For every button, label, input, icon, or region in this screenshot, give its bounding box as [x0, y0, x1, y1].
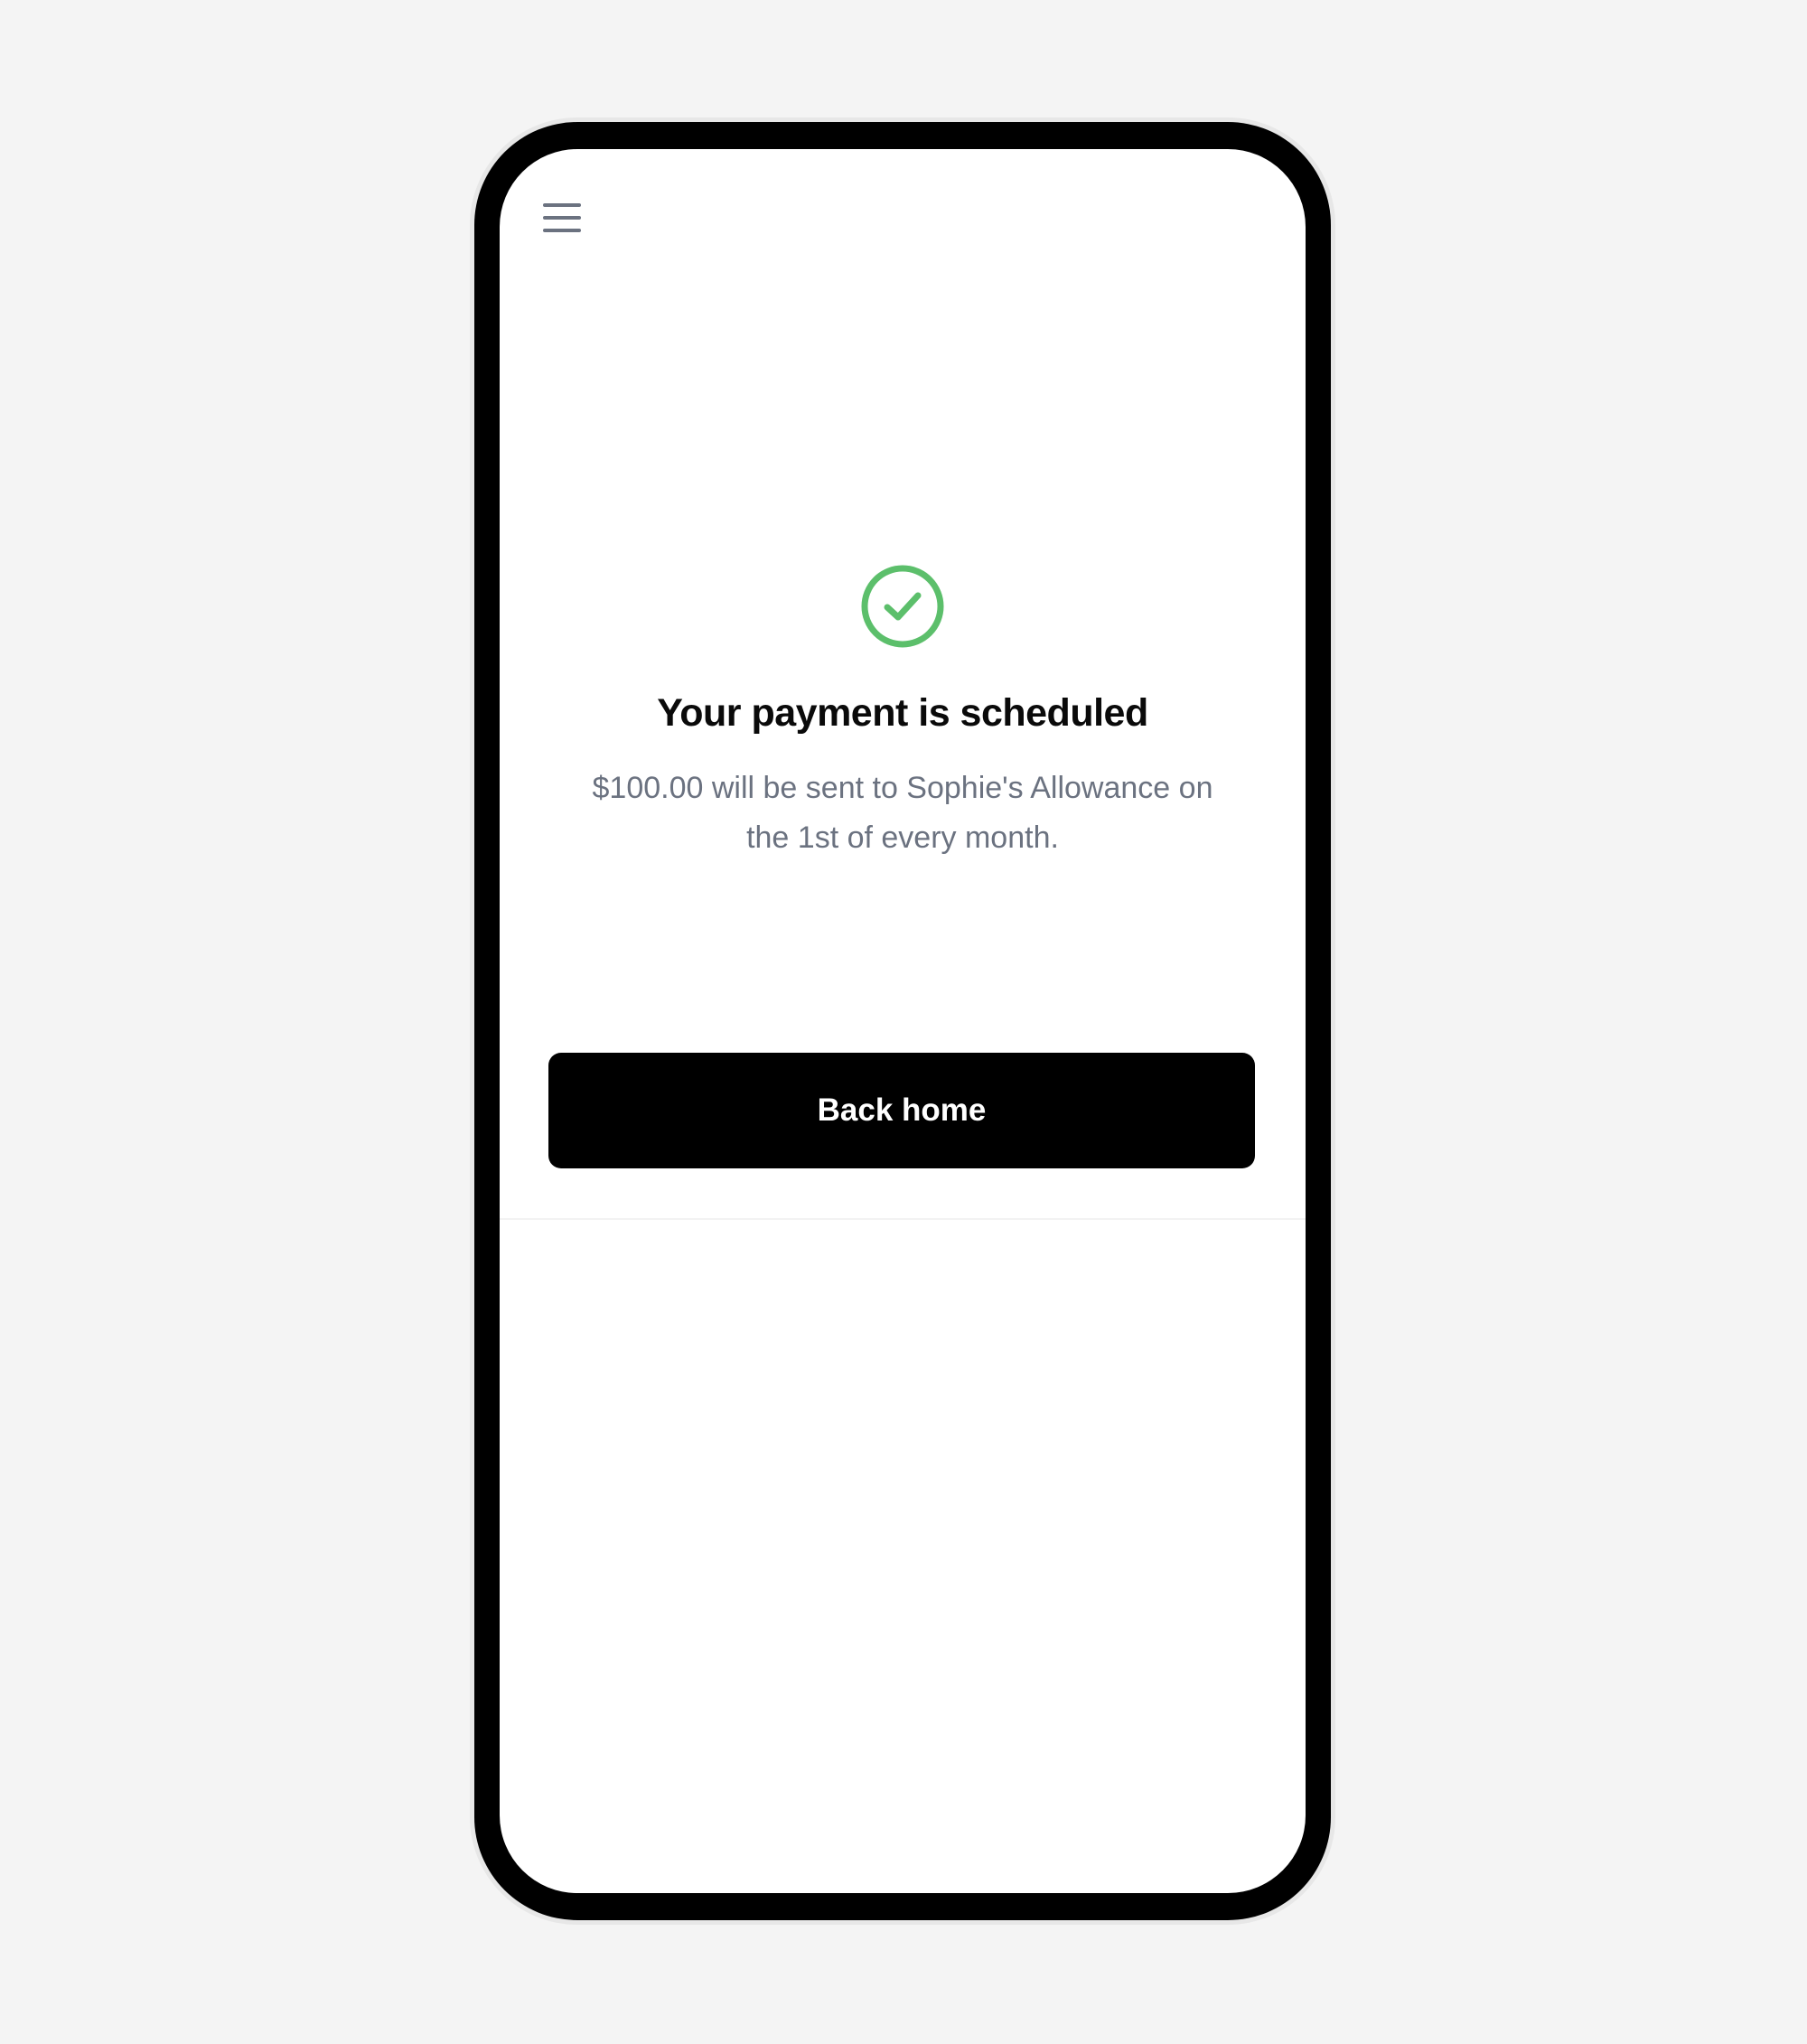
confirmation-message: $100.00 will be sent to Sophie's Allowan…: [563, 764, 1242, 863]
menu-line: [543, 229, 581, 232]
menu-line: [543, 216, 581, 220]
menu-line: [543, 203, 581, 207]
check-circle-icon: [861, 565, 944, 648]
divider: [500, 1218, 1306, 1220]
hamburger-menu-icon[interactable]: [543, 203, 581, 234]
confirmation-message-line-2: the 1st of every month.: [746, 820, 1059, 855]
phone-frame: Your payment is scheduled $100.00 will b…: [474, 122, 1331, 1920]
confirmation-message-line-1: $100.00 will be sent to Sophie's Allowan…: [592, 771, 1213, 805]
app-screen: Your payment is scheduled $100.00 will b…: [500, 149, 1306, 1893]
back-home-button[interactable]: Back home: [548, 1053, 1255, 1168]
confirmation-title: Your payment is scheduled: [657, 691, 1148, 735]
